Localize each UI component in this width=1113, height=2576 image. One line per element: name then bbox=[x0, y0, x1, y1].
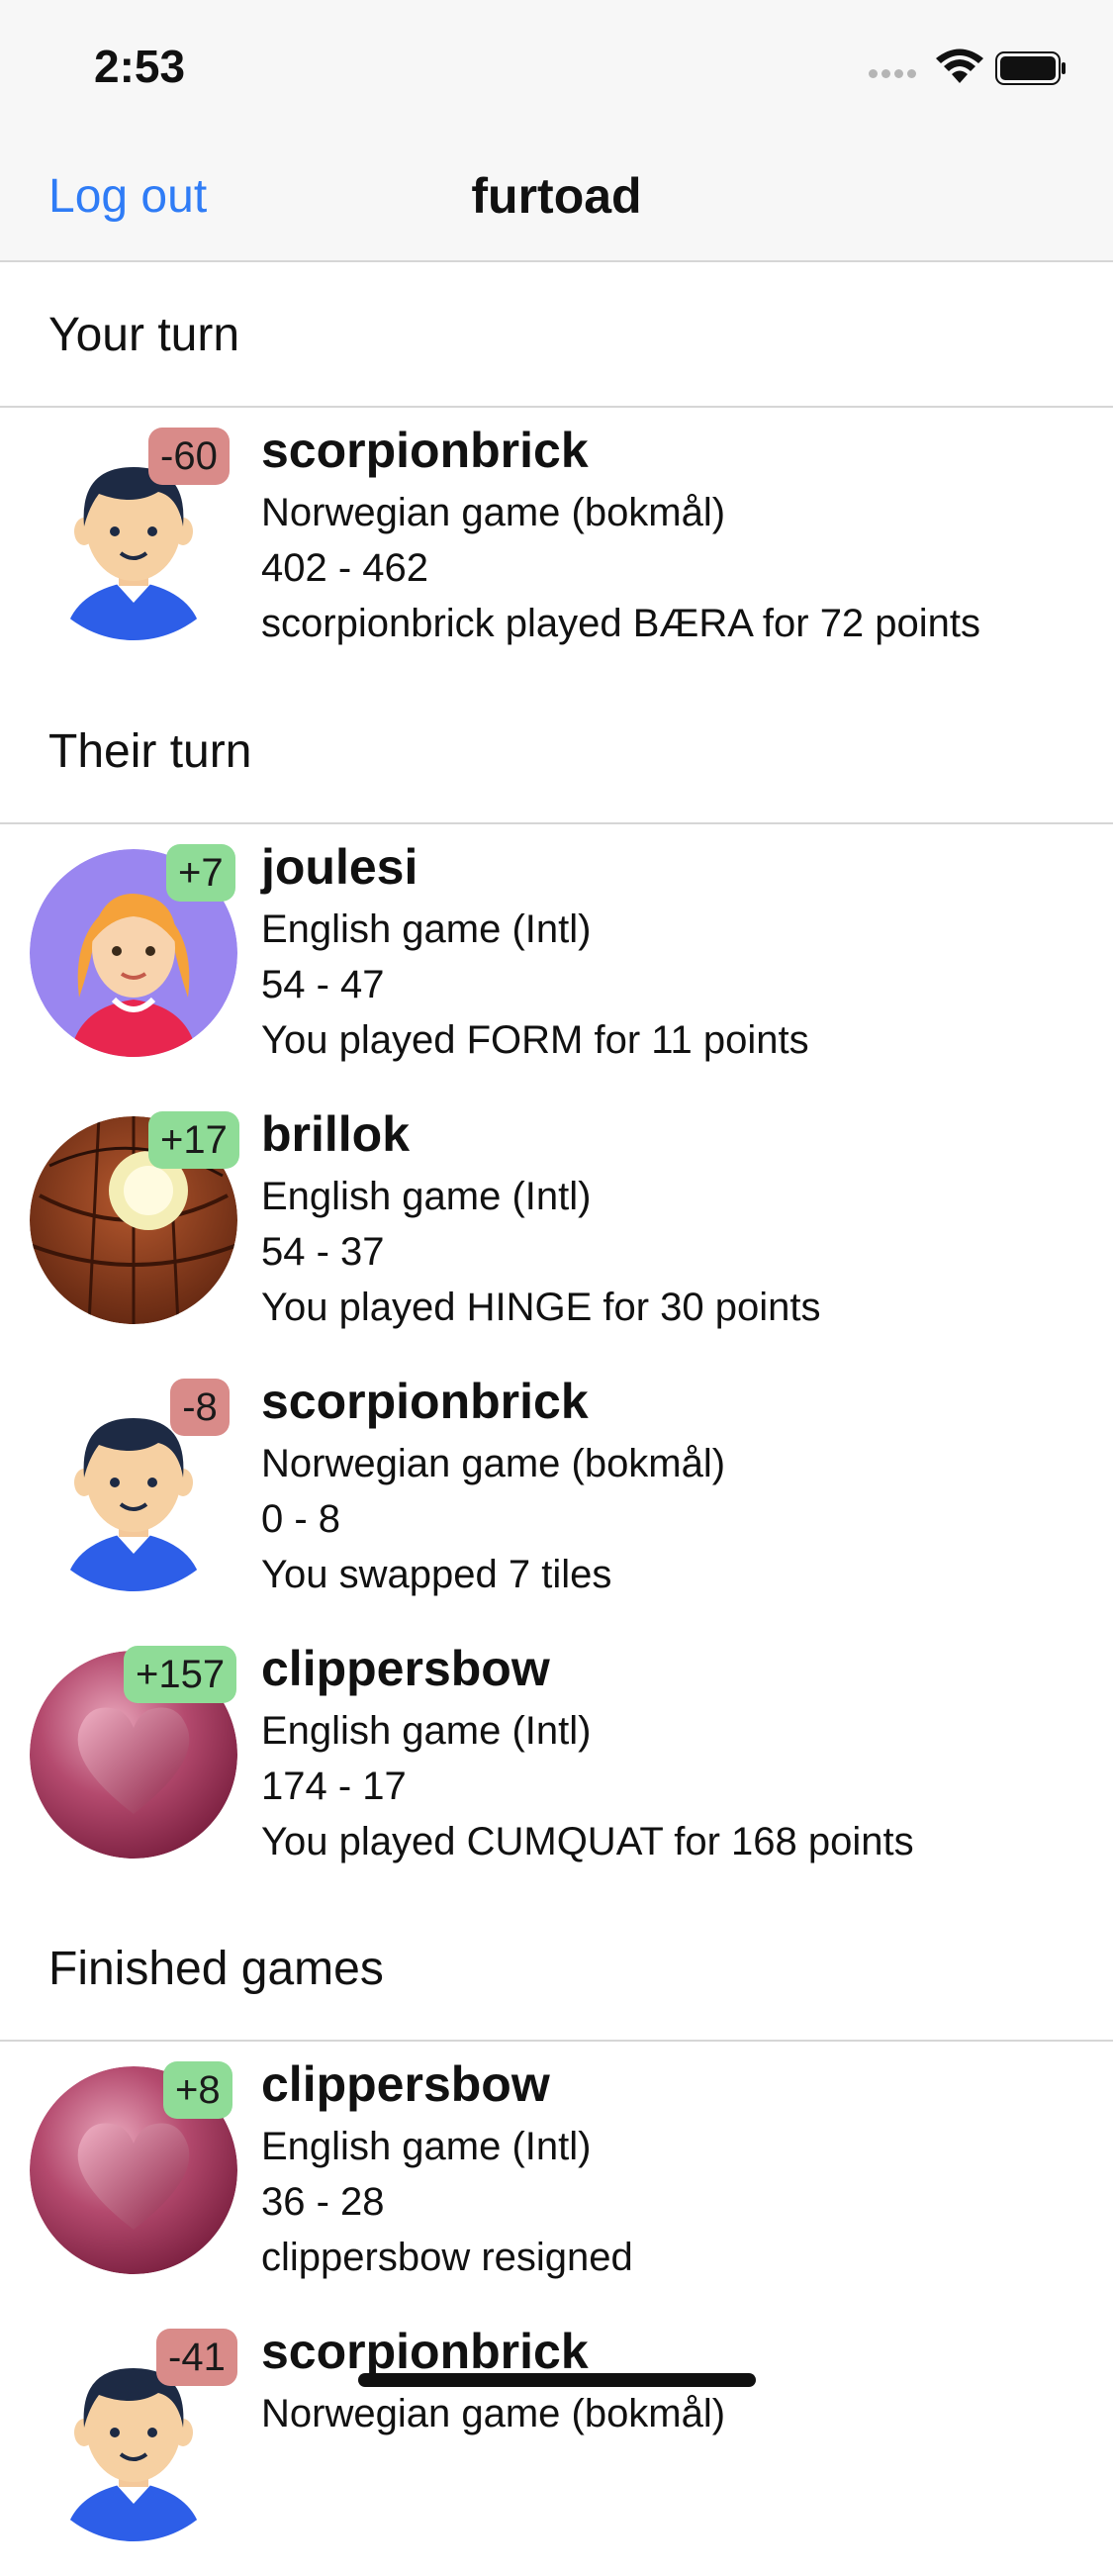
game-language: Norwegian game (bokmål) bbox=[261, 1442, 726, 1485]
status-time: 2:53 bbox=[94, 41, 186, 92]
game-language: English game (Intl) bbox=[261, 1709, 592, 1753]
section-title: Their turn bbox=[48, 725, 252, 778]
game-score: 54 - 37 bbox=[261, 1230, 385, 1274]
section-header-their-turn: Their turn bbox=[0, 681, 1113, 824]
game-language: English game (Intl) bbox=[261, 1175, 592, 1218]
game-row[interactable]: +8 clippersbow English game (Intl) 36 - … bbox=[0, 2042, 1113, 2309]
score-diff-badge: -41 bbox=[156, 2329, 237, 2386]
opponent-name: scorpionbrick bbox=[261, 2324, 589, 2379]
score-diff-badge: +7 bbox=[166, 844, 235, 902]
score-diff-badge: -8 bbox=[170, 1379, 230, 1436]
score-diff-badge: +17 bbox=[148, 1111, 239, 1169]
battery-icon bbox=[995, 51, 1066, 85]
game-row[interactable]: -60 scorpionbrick Norwegian game (bokmål… bbox=[0, 408, 1113, 675]
cellular-signal-icon bbox=[869, 65, 928, 79]
section-header-finished: Finished games bbox=[0, 1898, 1113, 2042]
game-language: English game (Intl) bbox=[261, 907, 592, 951]
navigation-bar: Log out furtoad bbox=[0, 134, 1113, 262]
score-diff-badge: +8 bbox=[163, 2061, 232, 2119]
game-row[interactable]: +17 brillok English game (Intl) 54 - 37 … bbox=[0, 1092, 1113, 1359]
game-row[interactable]: -8 scorpionbrick Norwegian game (bokmål)… bbox=[0, 1359, 1113, 1626]
game-language: English game (Intl) bbox=[261, 2125, 592, 2168]
opponent-name: scorpionbrick bbox=[261, 423, 589, 478]
game-score: 0 - 8 bbox=[261, 1497, 341, 1541]
home-indicator[interactable] bbox=[358, 2373, 756, 2387]
last-move: You played CUMQUAT for 168 points bbox=[261, 1820, 914, 1863]
game-row[interactable]: +7 joulesi English game (Intl) 54 - 47 Y… bbox=[0, 824, 1113, 1092]
game-score: 36 - 28 bbox=[261, 2180, 385, 2224]
section-title: Your turn bbox=[48, 309, 240, 361]
wifi-icon bbox=[936, 48, 983, 83]
game-row[interactable]: -41 scorpionbrick Norwegian game (bokmål… bbox=[0, 2309, 1113, 2576]
section-title: Finished games bbox=[48, 1943, 384, 1995]
status-bar: 2:53 bbox=[0, 0, 1113, 134]
game-score: 174 - 17 bbox=[261, 1765, 407, 1808]
last-move: You played HINGE for 30 points bbox=[261, 1286, 821, 1329]
game-row[interactable]: +157 clippersbow English game (Intl) 174… bbox=[0, 1626, 1113, 1893]
game-language: Norwegian game (bokmål) bbox=[261, 2392, 726, 2435]
opponent-name: clippersbow bbox=[261, 1641, 550, 1696]
last-move: clippersbow resigned bbox=[261, 2236, 633, 2279]
game-score: 54 - 47 bbox=[261, 963, 385, 1006]
last-move: You swapped 7 tiles bbox=[261, 1553, 612, 1596]
last-move: scorpionbrick played BÆRA for 72 points bbox=[261, 602, 981, 645]
section-header-your-turn: Your turn bbox=[0, 264, 1113, 408]
game-language: Norwegian game (bokmål) bbox=[261, 491, 726, 534]
score-diff-badge: -60 bbox=[148, 428, 230, 485]
opponent-name: scorpionbrick bbox=[261, 1374, 589, 1429]
page-title: furtoad bbox=[471, 168, 642, 224]
opponent-name: brillok bbox=[261, 1106, 411, 1162]
game-score: 402 - 462 bbox=[261, 546, 429, 590]
score-diff-badge: +157 bbox=[124, 1646, 237, 1703]
opponent-name: clippersbow bbox=[261, 2056, 550, 2112]
last-move: You played FORM for 11 points bbox=[261, 1018, 809, 1062]
opponent-name: joulesi bbox=[261, 839, 418, 895]
